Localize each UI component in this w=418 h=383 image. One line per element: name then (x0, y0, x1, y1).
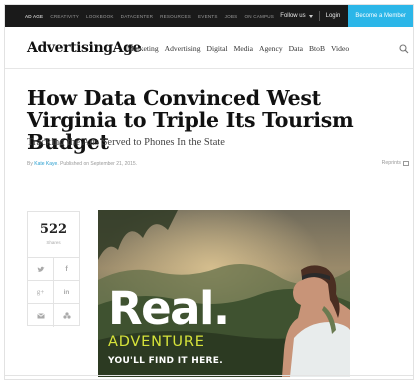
nav-marketing[interactable]: Marketing (127, 44, 159, 53)
site-logo[interactable]: AdvertisingAge (27, 40, 141, 56)
top-actions: Follow us Login Become a Member (280, 5, 413, 27)
article-subhead: Tracking the Ads Served to Phones In the… (27, 137, 225, 148)
follow-us-label: Follow us (280, 13, 306, 19)
email-share-button[interactable] (28, 304, 54, 327)
divider (318, 11, 320, 21)
byline-prefix: By (27, 161, 33, 167)
nav-btob[interactable]: BtoB (309, 44, 325, 53)
become-member-button[interactable]: Become a Member (348, 5, 413, 27)
ad-tagline: YOU'LL FIND IT HERE. (108, 356, 223, 366)
byline: By Kate Kaye. Published on September 21,… (27, 161, 137, 167)
top-nav-jobs[interactable]: JOBS (225, 14, 238, 19)
linkedin-icon: in (63, 288, 70, 296)
top-nav-creativity[interactable]: CREATIVITY (50, 14, 79, 19)
site-header: AdvertisingAge Marketing Advertising Dig… (5, 27, 413, 69)
reprints-link[interactable]: Reprints (382, 160, 409, 166)
facebook-share-button[interactable]: f (54, 258, 79, 280)
top-nav-on-campus[interactable]: ON CAMPUS (244, 14, 274, 19)
nav-data[interactable]: Data (289, 44, 303, 53)
share-count-label: Shares (46, 240, 61, 245)
ad-headline: Real. (108, 282, 230, 335)
nav-digital[interactable]: Digital (207, 44, 228, 53)
more-share-button[interactable] (54, 304, 79, 327)
author-link[interactable]: Kate Kaye (34, 161, 57, 167)
facebook-icon: f (65, 265, 68, 273)
nav-media[interactable]: Media (234, 44, 253, 53)
top-nav-datacenter[interactable]: DATACENTER (121, 14, 153, 19)
top-nav-resources[interactable]: RESOURCES (160, 14, 191, 19)
top-nav-ad-age[interactable]: AD AGE (25, 14, 43, 19)
divider (5, 375, 413, 376)
search-icon[interactable] (399, 44, 409, 54)
twitter-share-button[interactable] (28, 258, 54, 280)
main-nav: Marketing Advertising Digital Media Agen… (127, 44, 349, 53)
nav-video[interactable]: Video (331, 44, 349, 53)
share-buttons: f g+ in (28, 257, 79, 327)
follow-us-dropdown[interactable]: Follow us (280, 13, 313, 19)
linkedin-share-button[interactable]: in (54, 281, 79, 303)
top-nav-lookbook[interactable]: LOOKBOOK (86, 14, 114, 19)
ad-subline: ADVENTURE (108, 334, 205, 350)
nav-advertising[interactable]: Advertising (165, 44, 201, 53)
publish-date: . Published on September 21, 2015. (57, 161, 138, 167)
share-icon (62, 312, 71, 319)
google-plus-share-button[interactable]: g+ (28, 281, 54, 303)
article-page: AD AGE CREATIVITY LOOKBOOK DATACENTER RE… (4, 4, 414, 380)
reprints-icon (403, 160, 409, 166)
reprints-label: Reprints (381, 160, 401, 166)
login-link[interactable]: Login (326, 13, 341, 19)
nav-agency[interactable]: Agency (259, 44, 283, 53)
top-nav: AD AGE CREATIVITY LOOKBOOK DATACENTER RE… (5, 14, 274, 19)
twitter-icon (37, 266, 45, 272)
email-icon (36, 312, 45, 318)
top-nav-events[interactable]: EVENTS (198, 14, 218, 19)
hero-ad-image[interactable]: Real. ADVENTURE YOU'LL FIND IT HERE. (98, 210, 350, 377)
chevron-down-icon (308, 14, 313, 18)
share-panel: 522 Shares f g+ in (27, 211, 80, 327)
top-utility-bar: AD AGE CREATIVITY LOOKBOOK DATACENTER RE… (5, 5, 413, 27)
google-plus-icon: g+ (36, 288, 45, 296)
share-count: 522 (39, 222, 68, 237)
